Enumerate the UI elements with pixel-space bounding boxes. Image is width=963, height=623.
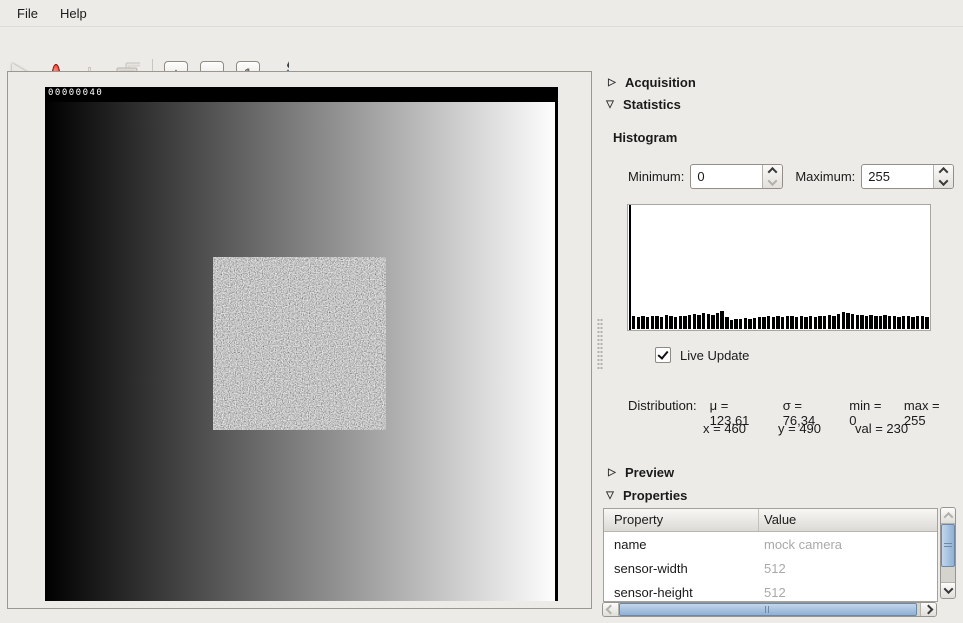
maximum-spin-down-button[interactable]	[934, 177, 953, 189]
viewer-frame: 00000040	[7, 71, 592, 609]
chevron-right-icon: ▷	[606, 467, 618, 478]
grip-icon	[944, 543, 952, 549]
minimum-label: Minimum:	[628, 169, 684, 184]
toolbar: + − 1	[0, 27, 963, 67]
distribution-max: max = 255	[904, 398, 963, 428]
frame-counter: 00000040	[45, 87, 558, 102]
properties-vertical-scrollbar[interactable]	[940, 507, 956, 599]
menu-help[interactable]: Help	[49, 2, 98, 25]
chevron-right-icon	[924, 605, 934, 615]
property-value-cell: 512	[759, 585, 786, 602]
expander-acquisition[interactable]: ▷ Acquisition	[606, 75, 696, 90]
property-value-cell: 512	[759, 561, 786, 580]
expander-statistics-label: Statistics	[623, 97, 681, 112]
menubar: File Help	[0, 0, 963, 27]
camera-image[interactable]: 00000040	[45, 87, 558, 601]
scroll-right-button[interactable]	[920, 603, 936, 616]
horizontal-scroll-thumb[interactable]	[619, 603, 917, 616]
scroll-up-button[interactable]	[941, 508, 955, 524]
expander-acquisition-label: Acquisition	[625, 75, 696, 90]
vertical-scroll-thumb[interactable]	[941, 524, 955, 567]
chevron-left-icon	[606, 605, 616, 615]
minimum-spinbox[interactable]	[690, 164, 783, 189]
cursor-y-value: y = 490	[778, 421, 821, 436]
menu-file[interactable]: File	[6, 2, 49, 25]
minimum-spin-up-button[interactable]	[763, 165, 782, 177]
table-row[interactable]: name mock camera	[604, 532, 937, 556]
expander-statistics[interactable]: ▽ Statistics	[604, 97, 681, 112]
chevron-right-icon: ▷	[606, 77, 618, 88]
chevron-down-icon	[943, 584, 953, 594]
chevron-down-icon: ▽	[604, 490, 616, 501]
paned-handle[interactable]	[597, 318, 603, 370]
minimum-input[interactable]	[691, 165, 762, 188]
distribution-label: Distribution:	[628, 398, 697, 428]
image-right-edge	[555, 87, 558, 601]
histogram-title: Histogram	[613, 130, 677, 145]
chevron-down-icon	[939, 176, 949, 186]
maximum-spin-up-button[interactable]	[934, 165, 953, 177]
chevron-down-icon	[768, 176, 778, 186]
properties-table: Property Value name mock camera sensor-w…	[603, 508, 938, 602]
histogram-bars	[632, 311, 929, 329]
cursor-x-value: x = 460	[703, 421, 746, 436]
expander-properties[interactable]: ▽ Properties	[604, 488, 687, 503]
expander-preview-label: Preview	[625, 465, 674, 480]
property-name-cell: name	[604, 537, 759, 556]
table-row[interactable]: sensor-height 512	[604, 580, 937, 602]
table-row[interactable]: sensor-width 512	[604, 556, 937, 580]
live-update-checkbox[interactable]	[655, 347, 671, 363]
histogram-zero-bin-spike	[629, 205, 631, 330]
column-header-property[interactable]: Property	[604, 509, 759, 531]
live-update-label: Live Update	[680, 348, 749, 363]
expander-preview[interactable]: ▷ Preview	[606, 465, 674, 480]
live-update-row: Live Update	[655, 347, 749, 363]
minmax-row: Minimum: Maximum:	[628, 164, 954, 189]
properties-horizontal-scrollbar[interactable]	[602, 602, 937, 617]
scroll-left-button[interactable]	[603, 603, 619, 616]
chevron-up-icon	[943, 512, 953, 522]
property-name-cell: sensor-height	[604, 585, 759, 602]
expander-properties-label: Properties	[623, 488, 687, 503]
noise-pattern	[213, 257, 386, 430]
checkmark-icon	[657, 348, 668, 360]
maximum-label: Maximum:	[795, 169, 855, 184]
scroll-down-button[interactable]	[941, 582, 955, 598]
maximum-input[interactable]	[862, 165, 933, 188]
properties-table-header: Property Value	[604, 509, 937, 532]
chevron-down-icon: ▽	[604, 99, 616, 110]
cursor-pixel-value: val = 230	[855, 421, 908, 436]
minimum-spin-down-button[interactable]	[763, 177, 782, 189]
property-name-cell: sensor-width	[604, 561, 759, 580]
maximum-spinbox[interactable]	[861, 164, 954, 189]
grip-icon	[765, 606, 771, 613]
column-header-value[interactable]: Value	[759, 509, 796, 531]
property-value-cell: mock camera	[759, 537, 842, 556]
histogram-chart	[627, 204, 931, 331]
